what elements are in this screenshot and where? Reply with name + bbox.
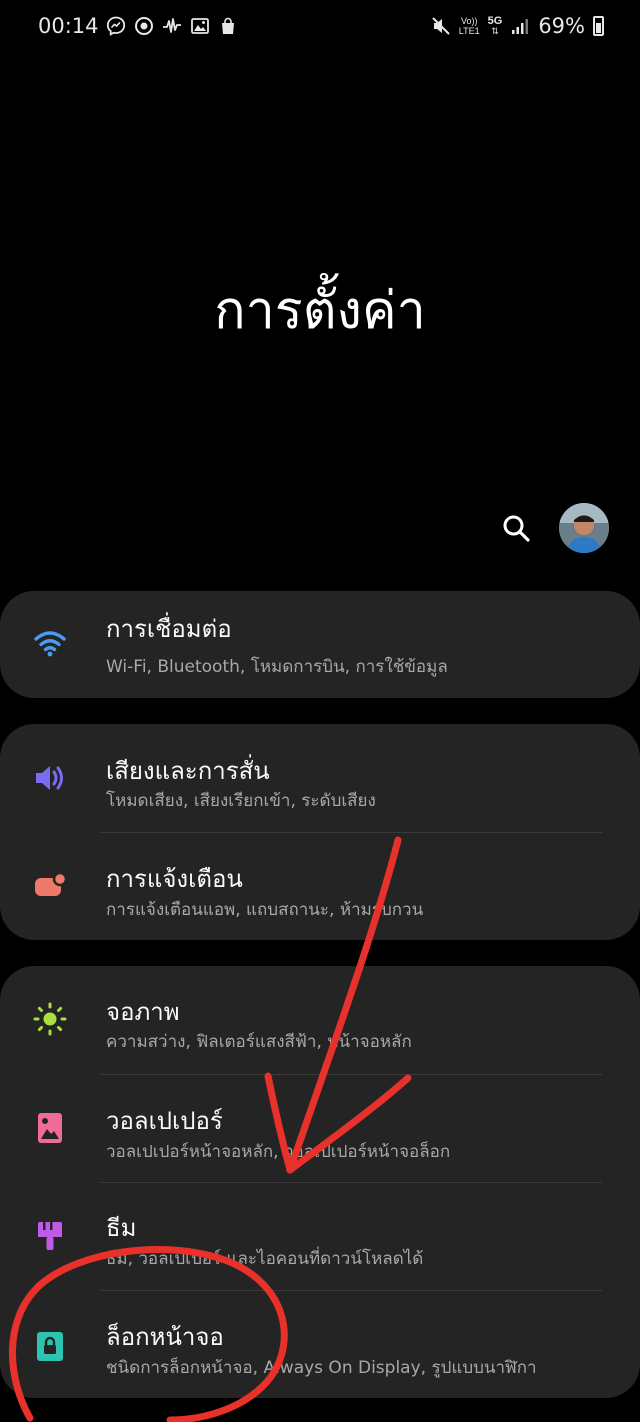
lock-icon <box>30 1326 70 1366</box>
settings-item-subtitle: Wi-Fi, Bluetooth, โหมดการบิน, การใช้ข้อม… <box>106 657 448 677</box>
settings-item-lock-screen[interactable]: ล็อกหน้าจอ ชนิดการล็อกหน้าจอ, Always On … <box>0 1290 640 1398</box>
brightness-icon <box>30 999 70 1039</box>
volume-icon <box>30 758 70 798</box>
page-title: การตั้งค่า <box>214 281 426 341</box>
network-type: 5G <box>487 15 503 27</box>
settings-item-title: วอลเปเปอร์ <box>106 1107 223 1135</box>
settings-item-title: ล็อกหน้าจอ <box>106 1323 224 1351</box>
lte-label: LTE1 <box>458 26 480 36</box>
network-indicator: 5G ⇅ <box>487 15 503 37</box>
bag-icon <box>222 17 234 34</box>
volte-label: Vo)) <box>460 16 478 26</box>
wallpaper-icon <box>30 1108 70 1148</box>
pulse-icon <box>163 18 181 33</box>
status-bar: 00:14 Vo)) LTE1 5G ⇅ 69% <box>0 0 640 56</box>
notification-icons <box>106 16 238 36</box>
avatar-photo <box>559 503 609 553</box>
settings-item-notifications[interactable]: การแจ้งเตือน การแจ้งเตือนแอพ, แถบสถานะ, … <box>0 832 640 940</box>
settings-item-connections[interactable]: การเชื่อมต่อ Wi-Fi, Bluetooth, โหมดการบิ… <box>0 591 640 698</box>
settings-group-display: จอภาพ ความสว่าง, ฟิลเตอร์แสงสีฟ้า, หน้าจ… <box>0 966 640 1398</box>
volte-indicator: Vo)) LTE1 <box>459 16 480 36</box>
data-arrows-icon: ⇅ <box>491 26 499 36</box>
search-icon <box>503 515 530 542</box>
settings-item-display[interactable]: จอภาพ ความสว่าง, ฟิลเตอร์แสงสีฟ้า, หน้าจ… <box>0 966 640 1074</box>
settings-item-subtitle: ความสว่าง, ฟิลเตอร์แสงสีฟ้า, หน้าจอหลัก <box>106 1032 412 1052</box>
image-icon <box>191 18 209 34</box>
settings-group-sound: เสียงและการสั่น โหมดเสียง, เสียงเรียกเข้… <box>0 724 640 940</box>
messenger-icon <box>106 16 126 36</box>
settings-item-subtitle: วอลเปเปอร์หน้าจอหลัก, วอลเปเปอร์หน้าจอล็… <box>106 1142 451 1162</box>
status-time: 00:14 <box>38 14 99 38</box>
settings-item-title: ธีม <box>106 1214 137 1242</box>
settings-item-themes[interactable]: ธีม ธีม, วอลเปเปอร์ และไอคอนที่ดาวน์โหลด… <box>0 1182 640 1290</box>
system-status-icons: Vo)) LTE1 5G ⇅ 69% <box>431 14 604 38</box>
battery-percent: 69% <box>538 14 585 38</box>
settings-item-subtitle: การแจ้งเตือนแอพ, แถบสถานะ, ห้ามรบกวน <box>106 900 424 920</box>
settings-group-connections: การเชื่อมต่อ Wi-Fi, Bluetooth, โหมดการบิ… <box>0 591 640 698</box>
settings-item-subtitle: โหมดเสียง, เสียงเรียกเข้า, ระดับเสียง <box>106 791 376 811</box>
mute-icon <box>432 17 450 35</box>
settings-item-subtitle: ชนิดการล็อกหน้าจอ, Always On Display, รู… <box>106 1358 537 1378</box>
settings-item-sound[interactable]: เสียงและการสั่น โหมดเสียง, เสียงเรียกเข้… <box>0 724 640 832</box>
settings-item-subtitle: ธีม, วอลเปเปอร์ และไอคอนที่ดาวน์โหลดได้ <box>106 1249 424 1269</box>
target-icon <box>135 17 153 35</box>
search-button[interactable] <box>498 510 534 546</box>
wifi-icon <box>30 623 70 663</box>
signal-icon <box>512 19 529 34</box>
settings-item-title: การเชื่อมต่อ <box>106 615 232 643</box>
battery-icon <box>593 16 604 36</box>
avatar[interactable] <box>559 503 609 553</box>
notification-icon <box>30 866 70 906</box>
settings-item-title: จอภาพ <box>106 998 180 1026</box>
theme-brush-icon <box>30 1216 70 1256</box>
settings-item-title: การแจ้งเตือน <box>106 865 243 893</box>
settings-item-wallpaper[interactable]: วอลเปเปอร์ วอลเปเปอร์หน้าจอหลัก, วอลเปเป… <box>0 1074 640 1182</box>
settings-item-title: เสียงและการสั่น <box>106 757 270 785</box>
